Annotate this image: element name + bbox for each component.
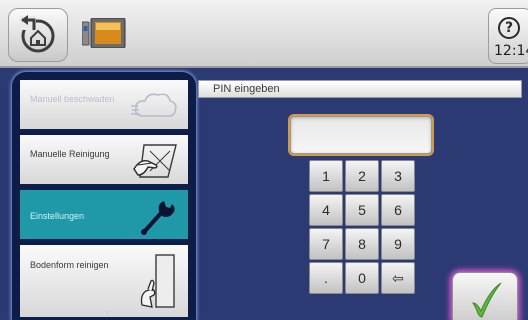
key-6[interactable]: 6 [381,194,415,226]
menu-item-manual-steam[interactable]: Manuell beschwaden [20,80,188,132]
back-home-button[interactable] [8,8,68,62]
pin-title-bar: PIN eingeben [198,80,522,98]
menu-item-settings[interactable]: Einstellungen [20,190,188,242]
key-5[interactable]: 5 [345,194,379,226]
help-button[interactable]: ? 12:14 [488,8,528,64]
scroll-down-indicator[interactable]: ▼ [104,310,111,317]
key-dot[interactable]: . [309,262,343,294]
key-8[interactable]: 8 [345,228,379,260]
oven-icon [82,18,126,48]
checkmark-icon [472,282,502,318]
confirm-button[interactable] [452,272,518,320]
clock-display: 12:14 [494,43,528,59]
hand-door-icon [140,254,175,308]
header-bar: ? 12:14 [0,0,528,68]
key-7[interactable]: 7 [309,228,343,260]
menu-item-label: Manuell beschwaden [30,94,115,104]
pin-title: PIN eingeben [213,83,280,95]
help-icon: ? [498,17,520,39]
key-4[interactable]: 4 [309,194,343,226]
menu-item-manual-cleaning[interactable]: Manuelle Reinigung [20,135,188,187]
key-1[interactable]: 1 [309,160,343,192]
key-0[interactable]: 0 [345,262,379,294]
key-9[interactable]: 9 [381,228,415,260]
sidebar-menu: Manuell beschwaden Manuelle Reinigung Ei… [20,80,188,320]
wrench-icon [141,201,175,235]
home-back-arrow-icon [20,15,55,53]
hand-cleaning-icon [133,144,177,178]
key-3[interactable]: 3 [381,160,415,192]
menu-item-label: Bodenform reinigen [30,260,109,270]
menu-item-label: Einstellungen [30,211,85,221]
pin-input[interactable] [290,116,432,154]
key-2[interactable]: 2 [345,160,379,192]
key-backspace[interactable]: ⇦ [381,262,415,294]
menu-item-clean-base[interactable]: Bodenform reinigen [20,245,188,320]
menu-item-label: Manuelle Reinigung [30,149,110,159]
steam-cloud-icon [131,93,177,117]
